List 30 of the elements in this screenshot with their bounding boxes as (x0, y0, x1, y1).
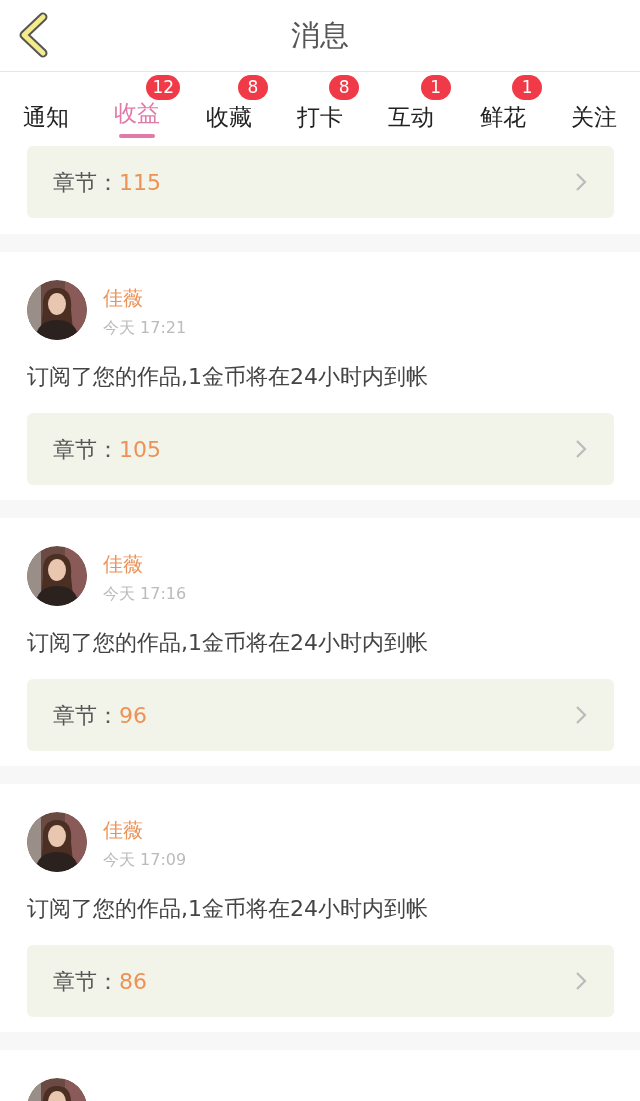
chapter-row[interactable]: 章节：115 (27, 146, 614, 218)
count-badge: 8 (329, 75, 360, 100)
message-text: 订阅了您的作品,1金币将在24小时内到帐 (27, 363, 429, 391)
tab[interactable]: 通知 (0, 88, 92, 146)
tab[interactable]: 关注 (548, 88, 640, 146)
timestamp: 今天 17:21 (103, 317, 187, 339)
chevron-right-icon (574, 171, 588, 193)
chevron-right-icon (574, 970, 588, 992)
chevron-right-icon (574, 704, 588, 726)
user-name: 佳薇 (103, 552, 144, 576)
chapter-text: 章节：105 (53, 435, 161, 464)
chapter-text: 章节：96 (53, 701, 147, 730)
chapter-row[interactable]: 章节：105 (27, 413, 614, 485)
count-badge: 1 (512, 75, 543, 100)
chevron-right-icon (574, 438, 588, 460)
chapter-row[interactable]: 章节：96 (27, 679, 614, 751)
chapter-row[interactable]: 章节：86 (27, 945, 614, 1017)
message-text: 订阅了您的作品,1金币将在24小时内到帐 (27, 629, 429, 657)
user-name: 佳薇 (103, 286, 144, 310)
count-badge: 8 (237, 75, 268, 100)
tab-underline (119, 134, 156, 139)
timestamp: 今天 17:16 (103, 583, 187, 605)
timestamp: 今天 17:09 (103, 849, 187, 871)
count-badge: 1 (420, 75, 451, 100)
message-text: 订阅了您的作品,1金币将在24小时内到帐 (27, 895, 429, 923)
chapter-text: 章节：115 (53, 168, 161, 197)
user-name: 佳薇 (103, 818, 144, 842)
count-badge: 12 (146, 75, 181, 100)
page-title: 消息 (291, 16, 349, 54)
chapter-text: 章节：86 (53, 967, 147, 996)
